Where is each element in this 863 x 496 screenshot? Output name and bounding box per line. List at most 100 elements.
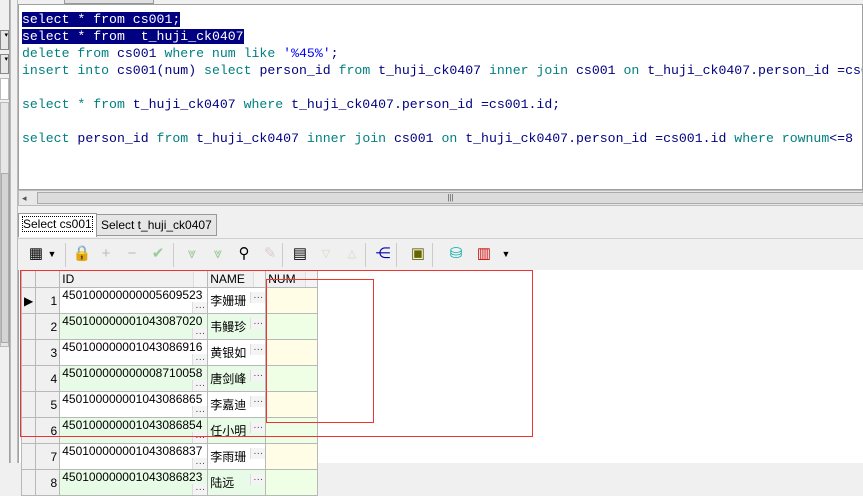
code-line[interactable]: select * from t_huji_ck0407 — [22, 28, 862, 45]
cell-num[interactable] — [265, 417, 319, 444]
row-number: 1 — [35, 287, 61, 314]
ellipsis-button[interactable]: ··· — [192, 432, 208, 443]
code-line[interactable] — [22, 79, 862, 96]
clear-icon[interactable]: ✎ — [260, 244, 280, 264]
cell-id[interactable]: 450100000001043087020 ··· — [59, 313, 209, 340]
post-changes-icon[interactable]: ✔ — [148, 244, 168, 264]
editor-horizontal-scrollbar[interactable]: ◂ ||| — [18, 190, 863, 206]
ellipsis-button[interactable]: ··· — [192, 328, 208, 339]
ellipsis-button[interactable]: ··· — [250, 422, 266, 433]
code-token: on — [623, 63, 648, 78]
code-line[interactable]: select * from t_huji_ck0407 where t_huji… — [22, 96, 862, 113]
column-header-num[interactable]: NUM — [265, 270, 319, 288]
ellipsis-button[interactable]: ··· — [250, 396, 266, 407]
lock-icon[interactable]: 🔒 — [72, 244, 92, 264]
code-token: cs001 — [393, 131, 442, 146]
cell-id[interactable]: 450100000001043086865 ··· — [59, 391, 209, 418]
scroll-thumb[interactable]: ||| — [37, 192, 863, 204]
cell-name[interactable]: 李嘉迪 ··· — [207, 391, 267, 418]
table-row[interactable]: 4 450100000000008710058 ··· 唐剑峰 ··· — [20, 365, 319, 392]
table-row[interactable]: 7 450100000001043086837 ··· 李雨珊 ··· — [20, 443, 319, 470]
cell-name[interactable]: 陆远 ··· — [207, 469, 267, 496]
table-row[interactable]: 3 450100000001043086916 ··· 黄银如 ··· — [20, 339, 319, 366]
cell-num[interactable] — [265, 339, 319, 366]
row-number: 5 — [35, 391, 61, 418]
ellipsis-button[interactable]: ··· — [192, 380, 208, 391]
column-header-id[interactable]: ID — [59, 270, 209, 288]
code-line[interactable]: insert into cs001(num) select person_id … — [22, 62, 862, 79]
cell-num[interactable] — [265, 313, 319, 340]
dropdown-2[interactable]: ▾ — [0, 54, 9, 74]
code-token: '%45%' — [283, 46, 331, 61]
splitter[interactable] — [10, 0, 18, 463]
delete-record-icon[interactable]: − — [122, 244, 142, 264]
cell-name[interactable]: 李姗珊 ··· — [207, 287, 267, 314]
table-row[interactable]: ▶ 1 450100000000005609523 ··· 李姗珊 ··· — [20, 287, 319, 314]
left-scrollbar[interactable] — [0, 102, 9, 347]
table-row[interactable]: 5 450100000001043086865 ··· 李嘉迪 ··· — [20, 391, 319, 418]
ellipsis-button[interactable]: ··· — [250, 344, 266, 355]
fetch-last-icon[interactable]: ⩔ — [208, 244, 228, 264]
scroll-left-icon[interactable]: ◂ — [22, 193, 27, 204]
chevron-down-icon[interactable]: ▼ — [42, 244, 62, 264]
sql-editor[interactable]: select * from cs001; select * from t_huji… — [18, 4, 863, 190]
column-header-name[interactable]: NAME — [207, 270, 267, 288]
cell-name[interactable]: 黄银如 ··· — [207, 339, 267, 366]
find-icon[interactable]: ⚲ — [234, 244, 254, 264]
table-row[interactable]: 2 450100000001043087020 ··· 韦鳗珍 ··· — [20, 313, 319, 340]
code-token: cs001 — [576, 63, 624, 78]
table-row[interactable]: 8 450100000001043086823 ··· 陆远 ··· — [20, 469, 319, 496]
cell-num[interactable] — [265, 469, 319, 496]
data-table: ID NAME NUM ▶ 1 450100000000005609523 ··· 李姗… — [20, 270, 319, 496]
dropdown-1[interactable]: ▾ — [0, 30, 9, 50]
ellipsis-button[interactable]: ··· — [250, 318, 266, 329]
single-record-icon[interactable]: ▤ — [290, 244, 310, 264]
cell-id[interactable]: 450100000001043086854 ··· — [59, 417, 209, 444]
left-scroll-thumb[interactable] — [1, 173, 9, 343]
code-token: from — [156, 131, 197, 146]
code-line[interactable] — [22, 113, 862, 130]
save-icon[interactable]: ▣ — [408, 244, 428, 264]
export-icon[interactable]: ⛁ — [446, 244, 466, 264]
cell-num[interactable] — [265, 391, 319, 418]
ellipsis-button[interactable]: ··· — [250, 448, 266, 459]
cell-num[interactable] — [265, 443, 319, 470]
ellipsis-button[interactable]: ··· — [250, 292, 266, 303]
tab-select-t-huji-ck0407[interactable]: Select t_huji_ck0407 — [96, 214, 217, 236]
cell-id[interactable]: 450100000000005609523 ··· — [59, 287, 209, 314]
ellipsis-button[interactable]: ··· — [192, 458, 208, 469]
cell-name[interactable]: 任小明 ··· — [207, 417, 267, 444]
cell-name[interactable]: 唐剑峰 ··· — [207, 365, 267, 392]
cell-num[interactable] — [265, 287, 319, 314]
code-line[interactable]: select * from cs001; — [22, 11, 862, 28]
table-row[interactable]: 6 450100000001043086854 ··· 任小明 ··· — [20, 417, 319, 444]
ellipsis-button[interactable]: ··· — [192, 406, 208, 417]
result-grid[interactable]: ID NAME NUM ▶ 1 450100000000005609523 ··· 李姗… — [18, 270, 863, 496]
next-record-icon[interactable]: ▽ — [316, 244, 336, 264]
fetch-next-icon[interactable]: ⩔ — [182, 244, 202, 264]
cell-id[interactable]: 450100000001043086823 ··· — [59, 469, 209, 496]
query-tree-icon[interactable]: ⋲ — [373, 244, 393, 264]
cell-name[interactable]: 韦鳗珍 ··· — [207, 313, 267, 340]
cell-id[interactable]: 450100000001043086916 ··· — [59, 339, 209, 366]
cell-num[interactable] — [265, 365, 319, 392]
chevron-down-icon[interactable]: ▼ — [496, 244, 516, 264]
left-input[interactable] — [0, 78, 9, 100]
ellipsis-button[interactable]: ··· — [250, 474, 266, 485]
code-token: where rownum — [734, 131, 830, 146]
chart-icon[interactable]: ▥ — [474, 244, 494, 264]
ellipsis-button[interactable]: ··· — [192, 302, 208, 313]
ellipsis-button[interactable]: ··· — [192, 354, 208, 365]
ellipsis-button[interactable]: ··· — [250, 370, 266, 381]
cell-id[interactable]: 450100000001043086837 ··· — [59, 443, 209, 470]
cell-id[interactable]: 450100000000008710058 ··· — [59, 365, 209, 392]
cell-name[interactable]: 李雨珊 ··· — [207, 443, 267, 470]
add-record-icon[interactable]: + — [96, 244, 116, 264]
previous-record-icon[interactable]: △ — [342, 244, 362, 264]
code-line[interactable]: select person_id from t_huji_ck0407 inne… — [22, 130, 862, 147]
grid-toolbar: ▦ ▼ 🔒 + − ✔ ⩔ ⩔ ⚲ ✎ ▤ ▽ △ ⋲ ▣ ⛁ ▥ ▼ — [18, 238, 863, 270]
tab-select-cs001[interactable]: Select cs001 — [18, 213, 97, 237]
code-line[interactable]: delete from cs001 where num like '%45%'; — [22, 45, 862, 62]
ellipsis-button[interactable]: ··· — [192, 484, 208, 495]
sql-code[interactable]: select * from cs001; select * from t_huji… — [22, 11, 862, 147]
